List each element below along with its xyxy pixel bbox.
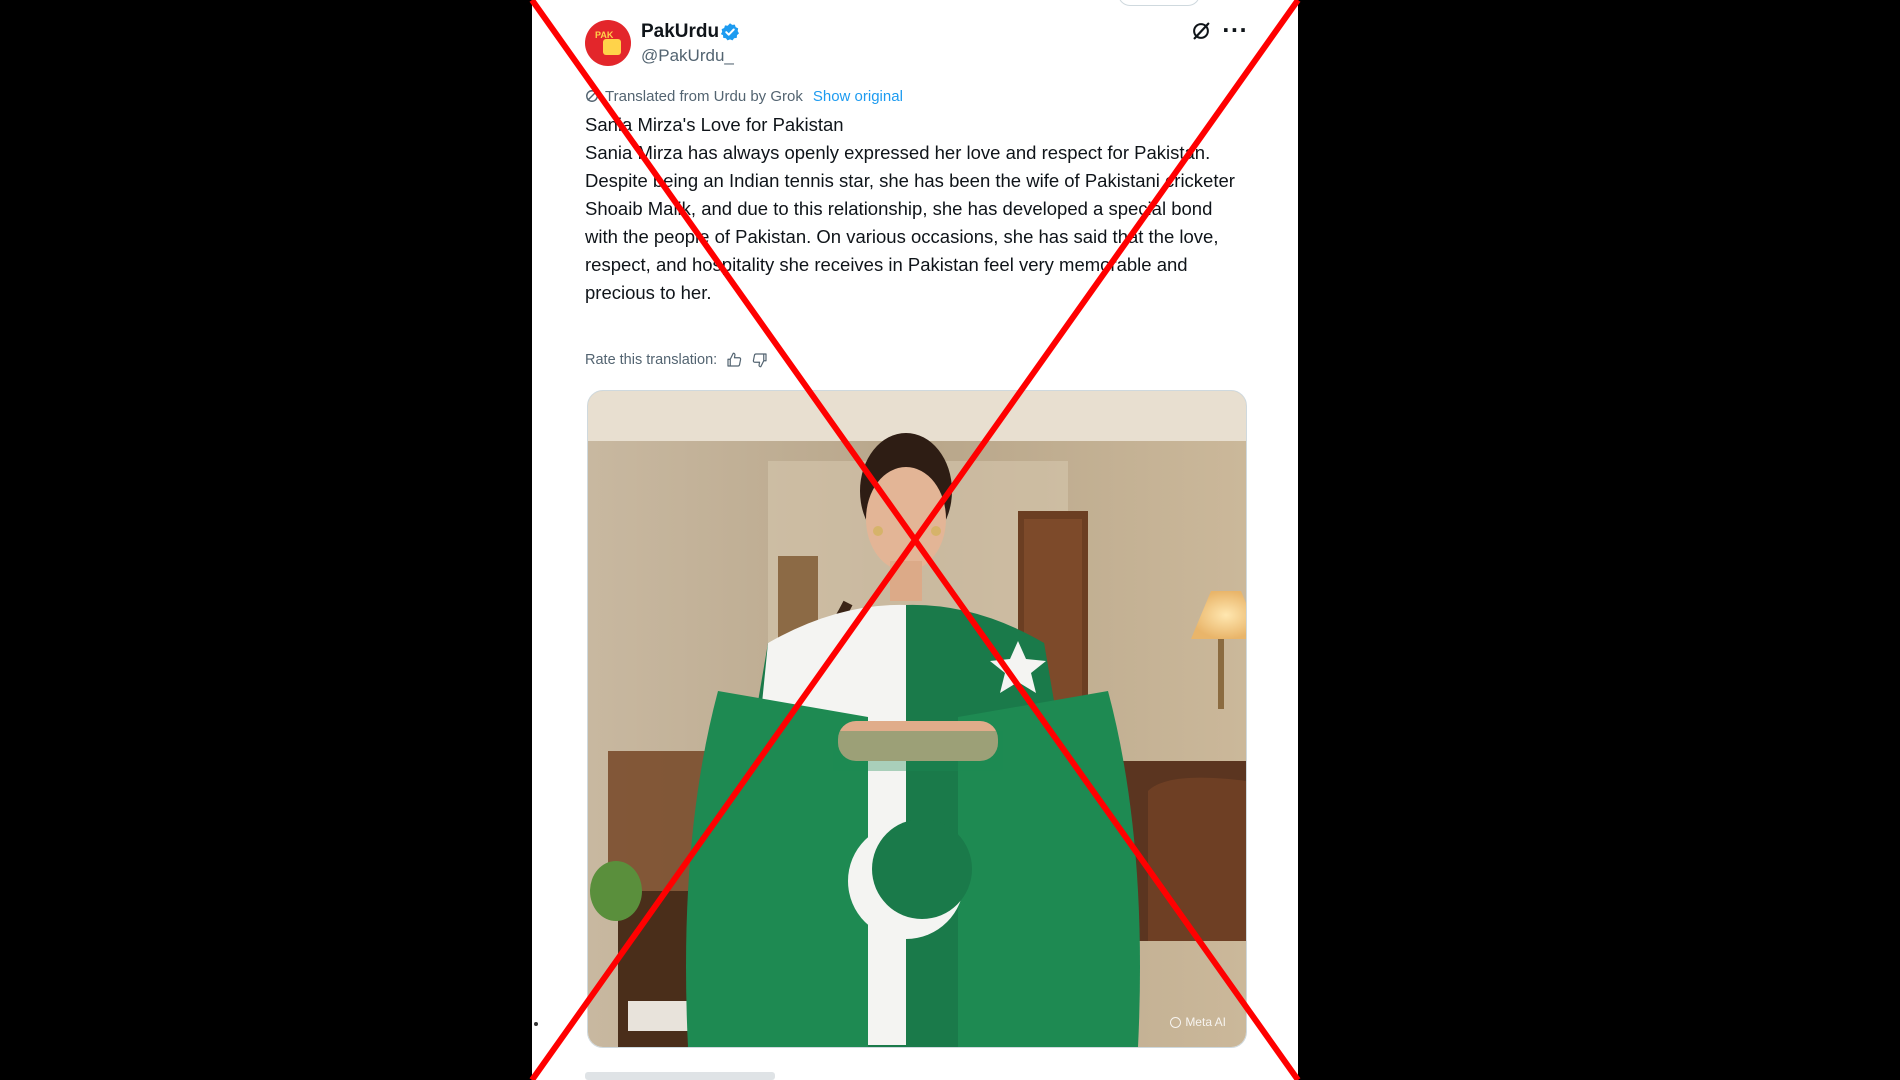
stray-dot <box>534 1022 538 1026</box>
translation-bar: Translated from Urdu by Grok Show origin… <box>585 86 903 106</box>
watermark-text: Meta AI <box>1185 1015 1226 1029</box>
avatar-logo <box>603 39 621 55</box>
timestamp-line <box>585 1072 775 1080</box>
tweet-text: Sania Mirza's Love for Pakistan Sania Mi… <box>585 111 1245 307</box>
meta-ai-icon <box>1170 1016 1182 1028</box>
thumbs-down-icon[interactable] <box>751 351 769 369</box>
tweet-line: Sania Mirza has always openly expressed … <box>585 142 1211 163</box>
display-name[interactable]: PakUrdu <box>641 21 719 43</box>
avatar[interactable]: PAK <box>585 20 631 66</box>
grok-icon[interactable] <box>1190 20 1212 42</box>
more-icon[interactable]: ··· <box>1222 18 1248 42</box>
tweet-line: Despite being an Indian tennis star, she… <box>585 170 1235 303</box>
tweet-line: Sania Mirza's Love for Pakistan <box>585 114 844 135</box>
tweet-image[interactable]: Meta AI <box>587 390 1247 1048</box>
follow-pill[interactable] <box>1118 0 1200 6</box>
translation-note: Translated from Urdu by Grok <box>605 87 803 105</box>
media-watermark: Meta AI <box>1170 1015 1226 1029</box>
rate-label: Rate this translation: <box>585 352 718 368</box>
handle[interactable]: @PakUrdu_ <box>641 46 734 66</box>
verified-badge-icon <box>720 23 739 41</box>
photo-illustration <box>588 391 1246 1047</box>
thumbs-up-icon[interactable] <box>725 351 743 369</box>
rate-translation: Rate this translation: <box>585 351 769 369</box>
translate-icon <box>586 90 598 102</box>
show-original-link[interactable]: Show original <box>813 88 903 105</box>
tweet-card: PAK PakUrdu @PakUrdu_ ··· Translated fro… <box>532 0 1298 1080</box>
